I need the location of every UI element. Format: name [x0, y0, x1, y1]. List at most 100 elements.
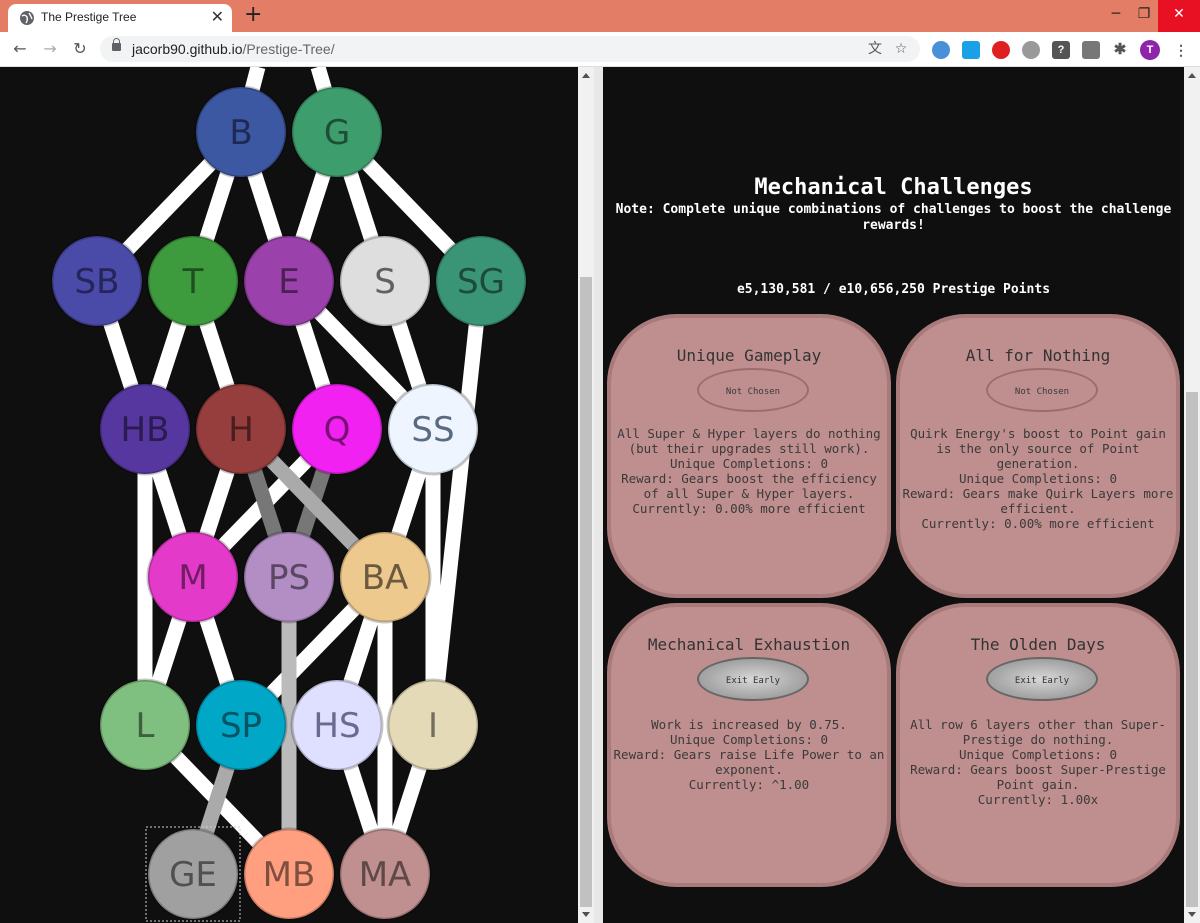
scroll-down-icon[interactable] — [1188, 912, 1196, 917]
challenge-unique-gameplay: Unique Gameplay Not Chosen All Super & H… — [607, 314, 891, 598]
challenge-description: All row 6 layers other than Super-Presti… — [910, 717, 1166, 807]
exit-early-button[interactable]: Exit Early — [986, 657, 1098, 701]
tree-node-label: SS — [411, 410, 454, 450]
tab-bar: The Prestige Tree ✕ + ─ ❐ ✕ — [0, 0, 1200, 32]
tree-node-g[interactable]: G — [290, 85, 384, 179]
tree-node-label: PS — [268, 558, 310, 598]
back-icon[interactable]: ← — [9, 38, 31, 60]
challenge-button[interactable]: Not Chosen — [697, 368, 809, 412]
tree-node-s[interactable]: S — [338, 234, 432, 328]
panel-divider[interactable] — [594, 67, 603, 923]
close-window-icon[interactable]: ✕ — [1158, 0, 1200, 32]
scroll-up-icon[interactable] — [1188, 73, 1196, 78]
tree-node-label: HS — [313, 706, 360, 746]
window-controls: ─ ❐ ✕ — [1102, 0, 1200, 32]
challenge-the-olden-days: The Olden Days Exit Early All row 6 laye… — [896, 603, 1180, 887]
extension-icon[interactable] — [962, 41, 980, 59]
tree-node-hs[interactable]: HS — [290, 678, 384, 772]
tree-node-label: GE — [169, 855, 217, 895]
tree-node-mb[interactable]: MB — [242, 827, 336, 921]
tree-node-label: S — [374, 262, 396, 302]
tree-node-h[interactable]: H — [194, 382, 288, 476]
scroll-down-icon[interactable] — [582, 912, 590, 917]
tree-node-b[interactable]: B — [194, 85, 288, 179]
menu-icon[interactable]: ⋮ — [1172, 41, 1190, 59]
url-text: jacorb90.github.io/Prestige-Tree/ — [132, 41, 335, 57]
translate-icon[interactable]: 文 — [866, 40, 884, 58]
avatar[interactable]: T — [1140, 40, 1160, 60]
challenge-mechanical-exhaustion: Mechanical Exhaustion Exit Early Work is… — [607, 603, 891, 887]
new-tab-button[interactable]: + — [244, 3, 262, 27]
tree-node-sb[interactable]: SB — [50, 234, 144, 328]
exit-early-button[interactable]: Exit Early — [697, 657, 809, 701]
tree-node-ps[interactable]: PS — [242, 530, 336, 624]
tree-node-label: MB — [263, 855, 316, 895]
challenge-panel: Mechanical Challenges Note: Complete uni… — [603, 67, 1184, 923]
globe-icon — [20, 11, 34, 25]
reload-icon[interactable]: ↻ — [69, 38, 91, 60]
address-bar[interactable]: jacorb90.github.io/Prestige-Tree/ 文 ☆ — [100, 36, 920, 62]
tree-node-label: I — [428, 706, 438, 746]
tree-node-label: H — [228, 410, 254, 450]
puzzle-icon[interactable]: ✱ — [1111, 41, 1129, 59]
layer-tree: B G SB T E S SG HB H Q SS M PS BA L SP HS I GE MB MA — [50, 67, 528, 922]
tree-scrollbar[interactable] — [578, 67, 594, 923]
scroll-thumb[interactable] — [1186, 392, 1198, 907]
extension-icon[interactable] — [1082, 41, 1100, 59]
challenge-all-for-nothing: All for Nothing Not Chosen Quirk Energy'… — [896, 314, 1180, 598]
extension-icon[interactable] — [992, 41, 1010, 59]
challenge-title: Mechanical Exhaustion — [647, 635, 851, 654]
tree-node-q[interactable]: Q — [290, 382, 384, 476]
challenge-button[interactable]: Not Chosen — [986, 368, 1098, 412]
tree-node-label: L — [136, 706, 155, 746]
tree-node-label: SB — [75, 262, 120, 302]
tree-node-hb[interactable]: HB — [98, 382, 192, 476]
tree-node-l[interactable]: L — [98, 678, 192, 772]
browser-toolbar: ← → ↻ jacorb90.github.io/Prestige-Tree/ … — [0, 32, 1200, 67]
page-title: Mechanical Challenges — [754, 175, 1033, 200]
lock-icon — [112, 38, 121, 51]
tree-node-ma[interactable]: MA — [338, 827, 432, 921]
tree-node-label: MA — [359, 855, 412, 895]
prestige-points: e5,130,581 / e10,656,250 Prestige Points — [736, 282, 1051, 297]
close-tab-icon[interactable]: ✕ — [211, 7, 224, 27]
challenge-title: Unique Gameplay — [676, 346, 822, 365]
tree-node-t[interactable]: T — [146, 234, 240, 328]
tree-node-label: SG — [457, 262, 505, 302]
extension-icon[interactable] — [1022, 41, 1040, 59]
tree-node-label: T — [182, 262, 204, 302]
tree-node-sg[interactable]: SG — [434, 234, 528, 328]
challenge-description: All Super & Hyper layers do nothing (but… — [617, 426, 881, 516]
challenge-description: Work is increased by 0.75. Unique Comple… — [613, 717, 885, 792]
tree-node-i[interactable]: I — [386, 678, 480, 772]
tree-node-label: G — [324, 113, 350, 153]
tree-node-ba[interactable]: BA — [338, 530, 432, 624]
tree-panel: B G SB T E S SG HB H Q SS M PS BA L SP HS I GE MB MA — [0, 67, 578, 923]
restore-icon[interactable]: ❐ — [1130, 0, 1158, 32]
challenge-title: The Olden Days — [970, 635, 1106, 654]
tree-node-label: Q — [324, 410, 351, 450]
tree-node-sp[interactable]: SP — [194, 678, 288, 772]
scroll-thumb[interactable] — [580, 277, 592, 907]
forward-icon[interactable]: → — [39, 38, 61, 60]
tree-node-e[interactable]: E — [242, 234, 336, 328]
extension-icon[interactable] — [932, 41, 950, 59]
tree-node-label: BA — [362, 558, 409, 598]
tree-node-label: SP — [220, 706, 262, 746]
tree-node-m[interactable]: M — [146, 530, 240, 624]
challenge-scrollbar[interactable] — [1184, 67, 1200, 923]
tree-node-ss[interactable]: SS — [386, 382, 480, 476]
browser-tab[interactable]: The Prestige Tree ✕ — [8, 4, 232, 32]
help-icon[interactable]: ? — [1052, 41, 1070, 59]
bookmark-star-icon[interactable]: ☆ — [892, 40, 910, 58]
tree-node-label: M — [178, 558, 207, 598]
tree-node-label: HB — [121, 410, 170, 450]
tree-node-ge[interactable]: GE — [146, 827, 240, 921]
tree-node-label: E — [278, 262, 299, 302]
challenge-title: All for Nothing — [965, 346, 1111, 365]
challenge-note: Note: Complete unique combinations of ch… — [615, 202, 1172, 233]
minimize-icon[interactable]: ─ — [1102, 0, 1130, 32]
scroll-up-icon[interactable] — [582, 73, 590, 78]
challenge-description: Quirk Energy's boost to Point gain is th… — [902, 426, 1174, 531]
tab-title: The Prestige Tree — [41, 10, 137, 24]
